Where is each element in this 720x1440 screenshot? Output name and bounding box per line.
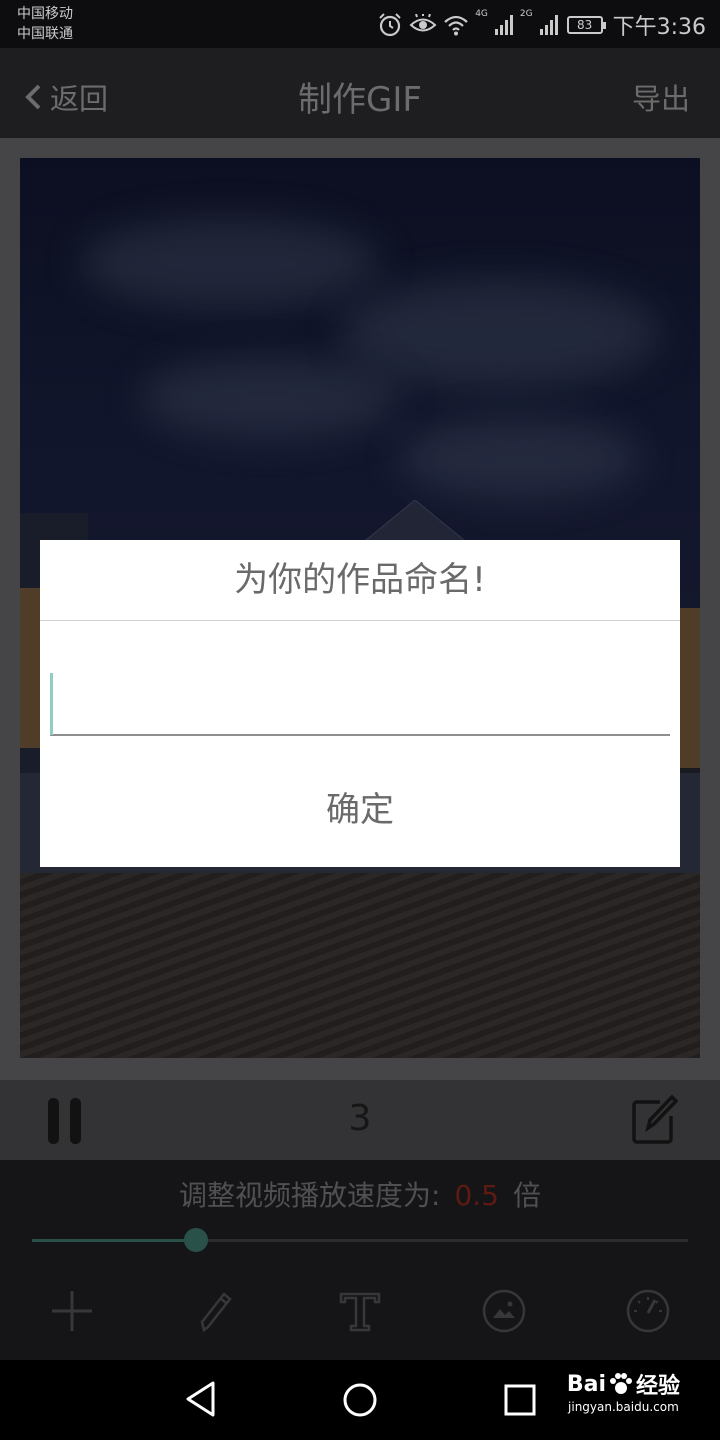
baidu-jingyan-watermark: Bai 经验 jingyan.baidu.com xyxy=(566,1368,680,1415)
nav-recents-button[interactable] xyxy=(504,1384,536,1420)
nav-bar: Bai 经验 jingyan.baidu.com xyxy=(0,1360,720,1440)
watermark-brand: Bai xyxy=(566,1371,606,1397)
text-cursor xyxy=(50,673,53,735)
watermark-brand-tail: 经验 xyxy=(635,1374,680,1399)
nav-back-button[interactable] xyxy=(184,1380,216,1422)
paw-icon xyxy=(609,1373,632,1394)
recents-square-icon xyxy=(504,1384,536,1416)
home-circle-icon xyxy=(343,1383,377,1417)
dialog-title: 为你的作品命名! xyxy=(40,540,680,621)
name-input[interactable] xyxy=(50,670,670,736)
back-triangle-icon xyxy=(186,1381,215,1417)
watermark-url: jingyan.baidu.com xyxy=(568,1400,679,1414)
nav-home-button[interactable] xyxy=(342,1382,378,1422)
confirm-button[interactable]: 确定 xyxy=(40,770,680,850)
name-dialog: 为你的作品命名! 确定 xyxy=(40,540,680,867)
